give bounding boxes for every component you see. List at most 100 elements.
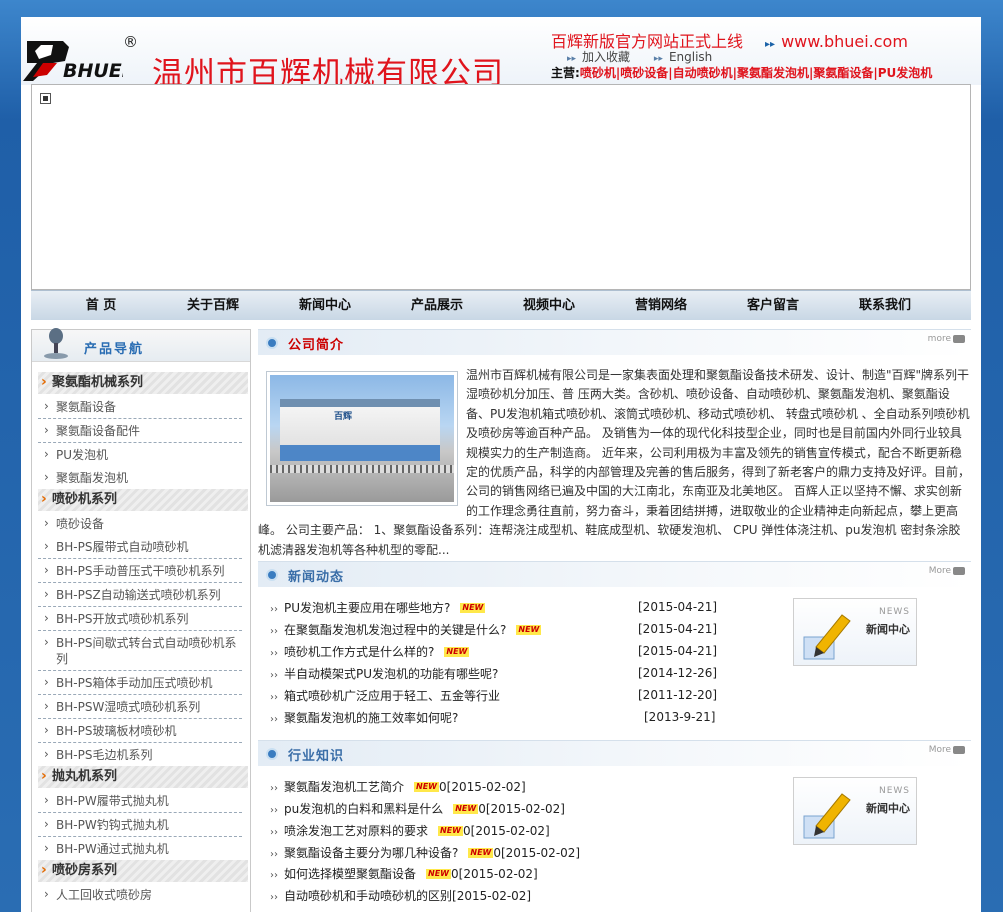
- category-polyurethane[interactable]: 聚氨酯机械系列: [38, 371, 248, 394]
- more-link[interactable]: More: [929, 745, 965, 755]
- more-link[interactable]: more: [928, 334, 965, 344]
- knowledge-title-text[interactable]: 聚氨酯设备主要分为哪几种设备?: [284, 846, 458, 860]
- list-item[interactable]: 聚氨酯设备: [38, 395, 242, 419]
- knowledge-item[interactable]: ›› 自动喷砂机和手动喷砂机的区别[2015-02-02]: [270, 887, 720, 907]
- intro-header: 公司简介 more: [258, 329, 971, 355]
- knowledge-title-text[interactable]: 自动喷砂机和手动喷砂机的区别: [284, 889, 452, 903]
- knowledge-item[interactable]: ›› 聚氨酯发泡机工艺简介 NEW 0[2015-02-02]: [270, 778, 720, 798]
- category-shotblaster[interactable]: 抛丸机系列: [38, 765, 248, 788]
- list-item[interactable]: BH-PS履带式自动喷砂机: [38, 535, 242, 559]
- news-title-text[interactable]: 半自动模架式PU发泡机的功能有哪些呢?: [284, 667, 498, 681]
- intro-text: 温州市百辉机械有限公司是一家集表面处理和聚氨酯设备技术研发、设计、制造"百辉"牌…: [258, 366, 970, 560]
- knowledge-item[interactable]: ›› 如何选择模塑聚氨酯设备 NEW 0[2015-02-02]: [270, 865, 720, 885]
- news-date: [2013-9-21]: [644, 710, 716, 724]
- arrow-icon: ››: [270, 870, 278, 881]
- knowledge-item[interactable]: ›› 聚氨酯设备主要分为哪几种设备? NEW 0[2015-02-02]: [270, 844, 720, 864]
- list-item[interactable]: BH-PS手动普压式干喷砂机系列: [38, 559, 242, 583]
- news-date: [2015-04-21]: [638, 644, 718, 658]
- nav-news[interactable]: 新闻中心: [269, 291, 381, 321]
- knowledge-title-text[interactable]: 如何选择模塑聚氨酯设备: [284, 867, 416, 881]
- news-title-text[interactable]: 聚氨酯发泡机的施工效率如何呢?: [284, 711, 458, 725]
- knowledge-item[interactable]: ›› pu发泡机的白料和黑料是什么 NEW 0[2015-02-02]: [270, 800, 720, 820]
- news-badge-cn: 新闻中心: [866, 802, 910, 815]
- main-business-label: 主营:: [551, 66, 580, 80]
- plugin-icon: [40, 93, 51, 104]
- sidebar-title: 产品导航: [84, 342, 145, 357]
- list-item[interactable]: BH-PW钓钩式抛丸机: [38, 813, 242, 837]
- list-item[interactable]: BH-PS玻璃板材喷砂机: [38, 719, 242, 743]
- list-item[interactable]: BH-PS箱体手动加压式喷砂机: [38, 671, 242, 695]
- new-badge: NEW: [414, 782, 439, 792]
- list-item[interactable]: 人工回收式喷砂房: [38, 883, 242, 906]
- news-title-text[interactable]: 喷砂机工作方式是什么样的?: [284, 645, 434, 659]
- arrow-icon: ››: [270, 892, 278, 903]
- news-section: 新闻动态 More ›› PU发泡机主要应用在哪些地方? NEW [2015-04-…: [258, 561, 971, 725]
- bullet-icon: [266, 748, 278, 760]
- knowledge-header: 行业知识 More: [258, 740, 971, 766]
- knowledge-title-text[interactable]: pu发泡机的白料和黑料是什么: [284, 802, 443, 816]
- website-link[interactable]: www.bhuei.com: [781, 32, 908, 51]
- news-title-text[interactable]: 箱式喷砂机广泛应用于轻工、五金等行业: [284, 689, 500, 703]
- knowledge-title-text[interactable]: 喷涂发泡工艺对原料的要求: [284, 824, 428, 838]
- list-item[interactable]: BH-PSZ自动输送式喷砂机系列: [38, 583, 242, 607]
- more-label: More: [928, 745, 951, 755]
- nav-products[interactable]: 产品展示: [381, 291, 493, 321]
- arrow-icon: ››: [270, 783, 278, 794]
- news-center-badge[interactable]: NEWS 新闻中心: [793, 598, 917, 666]
- arrow-icon: ››: [270, 648, 278, 659]
- more-link[interactable]: More: [929, 566, 965, 576]
- list-item[interactable]: BH-PW履带式抛丸机: [38, 789, 242, 813]
- list-item[interactable]: 聚氨酯设备配件: [38, 419, 242, 443]
- knowledge-date: 0[2015-02-02]: [493, 846, 581, 860]
- list-item[interactable]: 喷砂设备: [38, 512, 242, 535]
- news-badge-cn: 新闻中心: [866, 623, 910, 636]
- nav-contact[interactable]: 联系我们: [829, 291, 941, 321]
- list-item[interactable]: 聚氨酯发泡机: [38, 466, 242, 489]
- english-link[interactable]: English: [669, 50, 712, 64]
- list-item[interactable]: BH-PS间歇式转台式自动喷砂机系列: [38, 631, 242, 671]
- knowledge-date: 0[2015-02-02]: [439, 780, 526, 794]
- category-sandblaster[interactable]: 喷砂机系列: [38, 488, 248, 511]
- bookmark-link[interactable]: 加入收藏: [582, 50, 630, 64]
- bullet-icon: [266, 337, 278, 349]
- news-date: [2015-04-21]: [638, 600, 718, 614]
- arrow-icon: ››: [270, 604, 278, 615]
- news-title: 新闻动态: [288, 570, 345, 585]
- arrow-icon: ››: [270, 805, 278, 816]
- knowledge-title-text[interactable]: 聚氨酯发泡机工艺简介: [284, 780, 404, 794]
- nav-network[interactable]: 营销网络: [605, 291, 717, 321]
- registered-mark: ®: [123, 33, 138, 51]
- category-blast-room[interactable]: 喷砂房系列: [38, 859, 248, 882]
- arrow-icon: ››: [270, 714, 278, 725]
- nav-video[interactable]: 视频中心: [493, 291, 605, 321]
- news-badge-en: NEWS: [878, 786, 910, 796]
- news-badge-en: NEWS: [878, 607, 910, 617]
- news-title-text[interactable]: 在聚氨酯发泡机发泡过程中的关键是什么?: [284, 623, 506, 637]
- nav-home[interactable]: 首 页: [45, 291, 157, 321]
- new-badge: NEW: [453, 804, 479, 814]
- list-item[interactable]: BH-PS毛边机系列: [38, 743, 242, 766]
- nav-about[interactable]: 关于百辉: [157, 291, 269, 321]
- svg-text:BHUEI: BHUEI: [63, 60, 123, 82]
- news-center-badge[interactable]: NEWS 新闻中心: [793, 777, 917, 845]
- company-logo[interactable]: BHUEI: [23, 37, 123, 83]
- arrow-icon: ▸▸: [653, 54, 663, 64]
- knowledge-title: 行业知识: [288, 749, 345, 764]
- main-business-links[interactable]: 喷砂机|喷砂设备|自动喷砂机|聚氨酯发泡机|聚氨酯设备|PU发泡机: [580, 66, 932, 80]
- knowledge-item[interactable]: ›› 喷涂发泡工艺对原料的要求 NEW 0[2015-02-02]: [270, 822, 720, 842]
- nav-message[interactable]: 客户留言: [717, 291, 829, 321]
- news-title-text[interactable]: PU发泡机主要应用在哪些地方?: [284, 601, 450, 615]
- text-float-spacer: [258, 366, 466, 508]
- flash-banner: [31, 84, 971, 290]
- news-date: [2011-12-20]: [638, 688, 718, 702]
- new-badge: NEW: [468, 848, 494, 858]
- list-item[interactable]: BH-PSW湿喷式喷砂机系列: [38, 695, 242, 719]
- main-nav: 首 页 关于百辉 新闻中心 产品展示 视频中心 营销网络 客户留言 联系我们: [31, 290, 971, 320]
- arrow-icon: [953, 334, 965, 343]
- arrow-icon: [953, 566, 965, 575]
- main-business: 主营:喷砂机|喷砂设备|自动喷砂机|聚氨酯发泡机|聚氨酯设备|PU发泡机: [551, 64, 932, 81]
- news-date: [2015-04-21]: [638, 622, 718, 636]
- list-item[interactable]: BH-PS开放式喷砂机系列: [38, 607, 242, 631]
- list-item[interactable]: BH-PW通过式抛丸机: [38, 837, 242, 860]
- list-item[interactable]: PU发泡机: [38, 443, 242, 466]
